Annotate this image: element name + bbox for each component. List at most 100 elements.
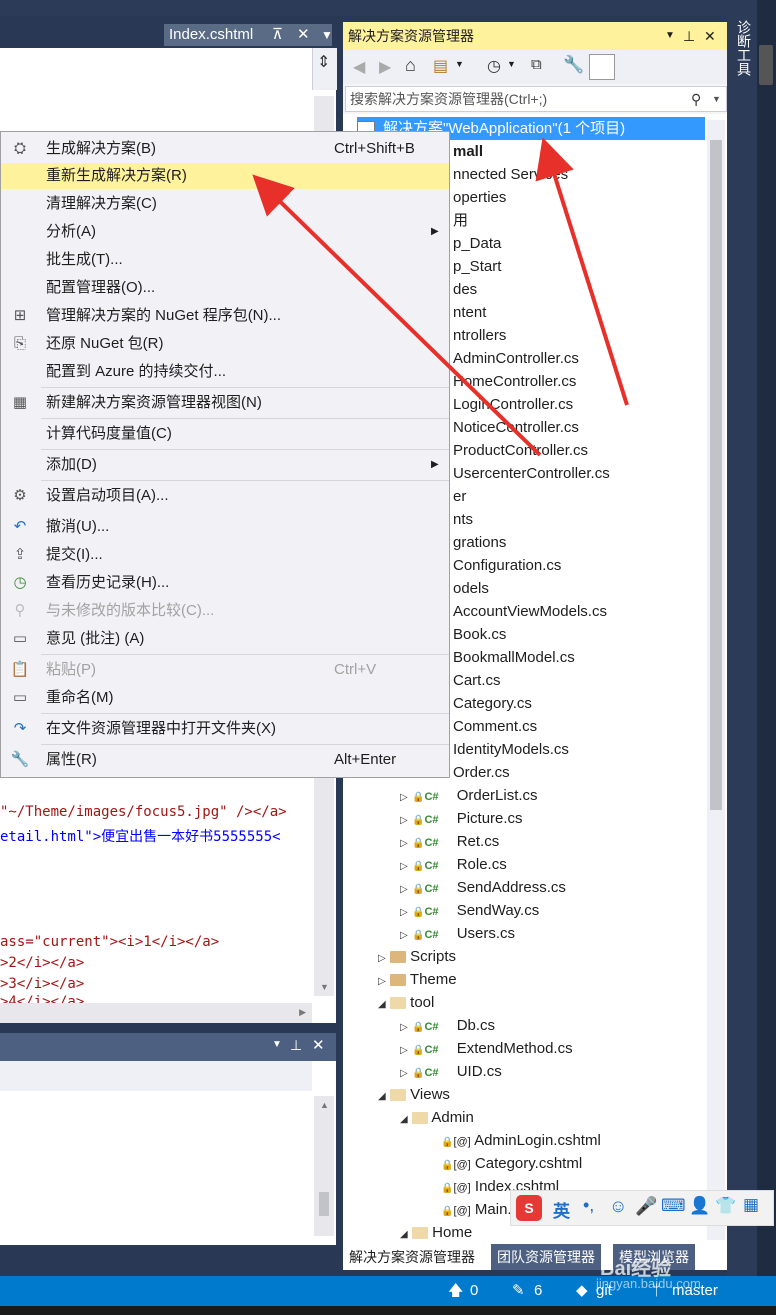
tree-item[interactable]: 用 [453,209,468,232]
tree-item[interactable]: 🔒[@] AdminLogin.cshtml [441,1129,601,1152]
pin-icon[interactable]: ⊥ [290,1037,302,1054]
expand-icon[interactable]: ▷ [400,786,412,809]
tree-item[interactable]: 🔒[@] Main. [441,1198,512,1221]
tree-item[interactable]: p_Data [453,232,501,255]
editor-horizontal-scrollbar[interactable]: ▶ [0,1003,312,1023]
chevron-down-icon[interactable]: ▼ [507,59,516,69]
menu-item-clean[interactable]: 清理解决方案(C) [1,191,449,217]
chevron-down-icon[interactable]: ▼ [712,87,721,111]
tree-item[interactable]: odels [453,577,489,600]
chevron-down-icon[interactable]: ▼ [272,1039,282,1050]
tree-item[interactable]: ◢ Home [400,1221,472,1244]
menu-item-azure-delivery[interactable]: 配置到 Azure 的持续交付... [1,359,449,385]
tree-item[interactable]: Configuration.cs [453,554,561,577]
menu-item-add[interactable]: 添加(D) ▶ [1,452,449,478]
tree-item[interactable]: grations [453,531,506,554]
emoji-icon[interactable]: ☺ [609,1196,627,1217]
tree-item[interactable]: LoginController.cs [453,393,573,416]
chevron-down-icon[interactable]: ▼ [665,22,675,50]
tree-item[interactable]: Order.cs [453,761,510,784]
tree-item[interactable]: ▷ 🔒C# Db.cs [400,1014,495,1037]
ime-language[interactable]: 英 [553,1197,570,1222]
toolbox-icon[interactable]: ▦ [743,1195,759,1215]
tree-item[interactable]: des [453,278,477,301]
menu-item-commit[interactable]: ⇪ 提交(I)... [1,542,449,568]
tree-item[interactable]: ntent [453,301,486,324]
pin-icon[interactable]: ⊥ [683,22,695,50]
expand-icon[interactable]: ▷ [400,1039,412,1062]
menu-item-rebuild[interactable]: 重新生成解决方案(R) [1,163,449,189]
menu-item-annotate[interactable]: ▭ 意见 (批注) (A) [1,626,449,652]
skin-icon[interactable]: 👕 [715,1196,736,1216]
menu-item-code-metrics[interactable]: 计算代码度量值(C) [1,421,449,447]
tree-item[interactable]: nnected Services [453,163,568,186]
tree-item[interactable]: ▷ 🔒C# OrderList.cs [400,784,538,807]
tree-item[interactable]: ▷ 🔒C# SendWay.cs [400,899,539,922]
expand-icon[interactable]: ▷ [400,878,412,901]
tree-item[interactable]: ProductController.cs [453,439,588,462]
tree-item[interactable]: mall [453,140,483,163]
menu-item-build[interactable]: ⛭ 生成解决方案(B) Ctrl+Shift+B [1,136,449,162]
tab-solution-explorer[interactable]: 解决方案资源管理器 [343,1244,481,1270]
tree-item[interactable]: ▷ 🔒C# SendAddress.cs [400,876,566,899]
tree-item[interactable]: operties [453,186,506,209]
close-icon[interactable]: ✕ [297,24,310,46]
tree-item[interactable]: ▷ 🔒C# Ret.cs [400,830,499,853]
keyboard-icon[interactable]: ⌨ [661,1196,686,1216]
expand-icon[interactable]: ▷ [400,832,412,855]
tree-item[interactable]: UsercenterController.cs [453,462,610,485]
tree-item[interactable]: p_Start [453,255,501,278]
tree-item[interactable]: 🔒[@] Category.cshtml [441,1152,582,1175]
tree-item[interactable]: nts [453,508,473,531]
bottom-panel-scrollbar[interactable]: ▲ [314,1096,334,1236]
menu-item-rename[interactable]: ▭ 重命名(M) [1,685,449,711]
solution-explorer-search-input[interactable]: 搜索解决方案资源管理器(Ctrl+;) ⚲ ▼ [345,86,727,112]
close-icon[interactable]: ✕ [312,1036,325,1054]
menu-item-properties[interactable]: 🔧 属性(R) Alt+Enter [1,747,449,773]
arrow-up-icon[interactable]: 🡅 [448,1276,463,1306]
tree-item[interactable]: IdentityModels.cs [453,738,569,761]
collapse-icon[interactable]: ◢ [400,1223,412,1244]
preview-icon[interactable] [589,54,615,80]
search-icon[interactable]: ⚲ [691,87,701,111]
user-icon[interactable]: 👤 [689,1196,710,1216]
expand-icon[interactable]: ▷ [378,947,390,970]
menu-item-undo[interactable]: ↶ 撤消(U)... [1,514,449,540]
collapse-all-icon[interactable]: ⧉ [531,56,542,73]
expand-icon[interactable]: ▷ [400,924,412,947]
chevron-down-icon[interactable]: ▼ [318,24,336,46]
home-icon[interactable]: ⌂ [405,55,416,76]
tree-item[interactable]: ▷ Theme [378,968,457,991]
menu-item-analyze[interactable]: 分析(A) ▶ [1,219,449,245]
collapse-icon[interactable]: ◢ [378,1085,390,1108]
menu-item-restore-nuget[interactable]: ⎘ 还原 NuGet 包(R) [1,331,449,357]
pin-icon[interactable]: ⊼ [272,24,283,46]
collapse-icon[interactable]: ◢ [400,1108,412,1131]
wrench-icon[interactable]: 🔧 [563,55,584,75]
menu-item-set-startup[interactable]: ⚙ 设置启动项目(A)... [1,483,449,509]
menu-item-batch-build[interactable]: 批生成(T)... [1,247,449,273]
tree-item[interactable]: ▷ Scripts [378,945,456,968]
microphone-icon[interactable]: 🎤 [635,1196,657,1217]
back-icon[interactable]: ◀ [353,57,365,77]
forward-icon[interactable]: ▶ [379,57,391,77]
menu-item-config-manager[interactable]: 配置管理器(O)... [1,275,449,301]
diagnostic-tools-tab[interactable]: 诊断工具 [736,20,754,76]
expand-icon[interactable]: ▷ [400,901,412,924]
chevron-down-icon[interactable]: ▼ [455,59,464,69]
tab-team-explorer[interactable]: 团队资源管理器 [491,1244,601,1270]
menu-item-history[interactable]: ◷ 查看历史记录(H)... [1,570,449,596]
sync-icon[interactable]: ▤ [433,56,448,76]
scrollbar-thumb[interactable] [710,140,722,810]
tree-item[interactable]: ▷ 🔒C# Users.cs [400,922,515,945]
expand-icon[interactable]: ▷ [378,970,390,993]
pencil-icon[interactable]: ✎ [512,1276,525,1306]
tree-item[interactable]: Cart.cs [453,669,501,692]
menu-item-new-view[interactable]: ▦ 新建解决方案资源管理器视图(N) [1,390,449,416]
up-count[interactable]: 0 [470,1276,478,1306]
repo-icon[interactable]: ◆ [576,1276,588,1306]
tree-item[interactable]: HomeController.cs [453,370,576,393]
tree-item[interactable]: ◢ Views [378,1083,450,1106]
close-icon[interactable]: ✕ [704,22,716,50]
tree-item[interactable]: ◢ Admin [400,1106,474,1129]
